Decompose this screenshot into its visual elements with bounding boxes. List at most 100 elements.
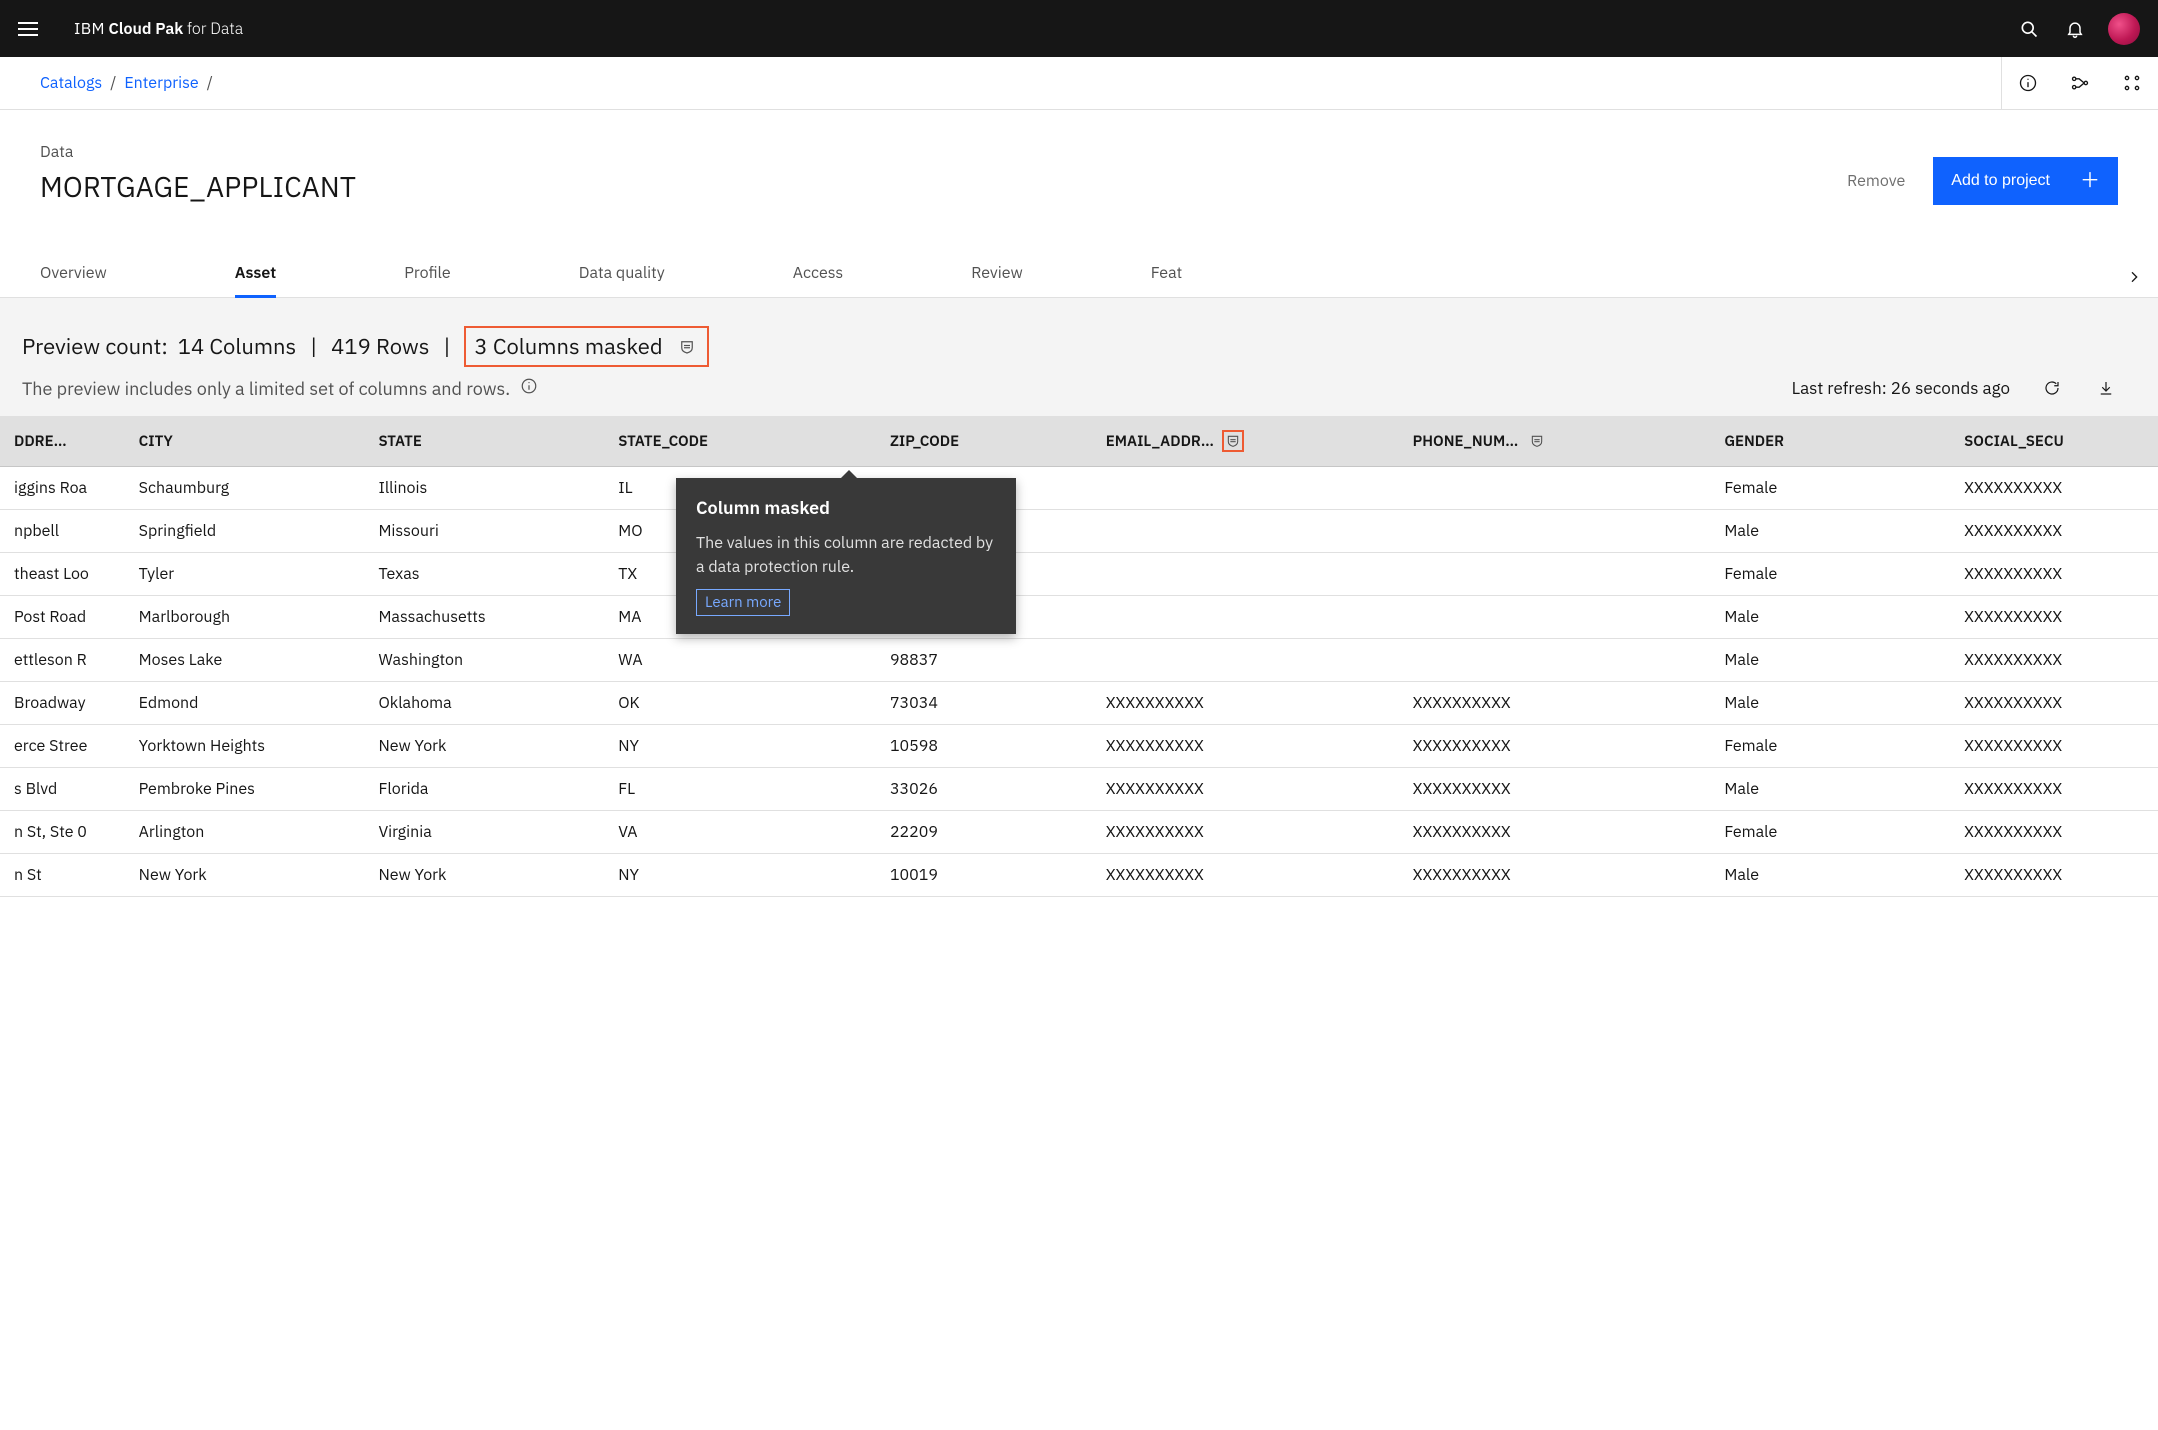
cell-gender: Male [1710,510,1950,553]
cell-state: Virginia [364,811,604,854]
tooltip-learn-more-link[interactable]: Learn more [696,589,790,616]
table-row[interactable]: erce StreeYorktown HeightsNew YorkNY1059… [0,725,2158,768]
column-header-phone[interactable]: PHONE_NUM… [1399,416,1711,467]
cell-city: Moses Lake [125,639,365,682]
lineage-icon[interactable] [2054,57,2106,109]
preview-columns: 14 Columns [178,332,296,361]
table-row[interactable]: BroadwayEdmondOklahomaOK73034XXXXXXXXXXX… [0,682,2158,725]
cell-addr: n St [0,854,125,897]
table-row[interactable]: n StNew YorkNew YorkNY10019XXXXXXXXXXXXX… [0,854,2158,897]
cell-ssn: XXXXXXXXXX [1950,596,2158,639]
tab-asset[interactable]: Asset [235,249,277,297]
shield-mask-icon[interactable] [1526,430,1548,452]
cell-email [1092,596,1399,639]
table-row[interactable]: iggins RoaSchaumburgIllinoisIL60173Femal… [0,467,2158,510]
tab-access[interactable]: Access [793,249,843,297]
download-icon[interactable] [2094,376,2118,400]
tab-overview[interactable]: Overview [40,249,107,297]
cell-email: XXXXXXXXXX [1092,854,1399,897]
column-header-label: STATE [378,432,421,451]
cell-email: XXXXXXXXXX [1092,768,1399,811]
cell-zip: 22209 [876,811,1092,854]
cell-phone [1399,553,1711,596]
cell-ssn: XXXXXXXXXX [1950,467,2158,510]
top-header: IBM Cloud Pak for Data [0,0,2158,57]
cell-city: Tyler [125,553,365,596]
breadcrumb-sep-2: / [207,73,213,93]
cell-zip: 98837 [876,639,1092,682]
cell-phone: XXXXXXXXXX [1399,682,1711,725]
table-row[interactable]: theast LooTylerTexasTX75701FemaleXXXXXXX… [0,553,2158,596]
column-masked-tooltip: Column masked The values in this column … [676,478,1016,634]
cell-ssn: XXXXXXXXXX [1950,510,2158,553]
table-row[interactable]: s BlvdPembroke PinesFloridaFL33026XXXXXX… [0,768,2158,811]
tab-profile[interactable]: Profile [404,249,450,297]
cell-phone: XXXXXXXXXX [1399,768,1711,811]
brand-product-strong: Cloud Pak [109,19,184,39]
breadcrumb-actions [2001,57,2158,109]
cell-addr: erce Stree [0,725,125,768]
column-header-label: PHONE_NUM… [1413,432,1519,451]
brand: IBM Cloud Pak for Data [74,19,243,39]
cell-addr: Post Road [0,596,125,639]
column-header-gender[interactable]: GENDER [1710,416,1950,467]
cell-email [1092,510,1399,553]
column-header-ssn[interactable]: SOCIAL_SECU [1950,416,2158,467]
cell-state: Massachusetts [364,596,604,639]
table-row[interactable]: Post RoadMarlboroughMassachusettsMA1752M… [0,596,2158,639]
preview-bar: Preview count: 14 Columns | 419 Rows | 3… [0,298,2158,416]
cell-ssn: XXXXXXXXXX [1950,725,2158,768]
avatar[interactable] [2108,13,2140,45]
tab-data-quality[interactable]: Data quality [579,249,665,297]
shield-mask-icon[interactable] [1222,430,1244,452]
column-header-label: GENDER [1724,432,1784,451]
cell-addr: ettleson R [0,639,125,682]
cell-code: OK [604,682,876,725]
cell-state: New York [364,854,604,897]
cell-code: VA [604,811,876,854]
cell-phone [1399,639,1711,682]
table-row[interactable]: ettleson RMoses LakeWashingtonWA98837Mal… [0,639,2158,682]
column-header-zip[interactable]: ZIP_CODE [876,416,1092,467]
cell-phone [1399,510,1711,553]
cell-gender: Male [1710,682,1950,725]
add-to-project-button[interactable]: Add to project ＋ [1933,157,2118,205]
brand-ibm: IBM [74,19,105,39]
cell-zip: 10019 [876,854,1092,897]
preview-divider-1: | [310,332,317,361]
plus-icon: ＋ [2080,171,2100,191]
tab-review[interactable]: Review [971,249,1023,297]
preview-masked-text: 3 Columns masked [474,332,662,361]
column-header-state[interactable]: STATE [364,416,604,467]
column-header-label: CITY [139,432,173,451]
preview-masked-highlight: 3 Columns masked [464,326,708,367]
table-row[interactable]: n St, Ste 0ArlingtonVirginiaVA22209XXXXX… [0,811,2158,854]
tab-feature-group[interactable]: Feat [1151,249,1183,297]
cell-city: Schaumburg [125,467,365,510]
tab-overflow-right-icon[interactable] [2120,263,2148,291]
column-header-city[interactable]: CITY [125,416,365,467]
cell-ssn: XXXXXXXXXX [1950,811,2158,854]
bell-icon[interactable] [2052,6,2098,52]
remove-button[interactable]: Remove [1847,171,1905,191]
cell-gender: Male [1710,768,1950,811]
refresh-icon[interactable] [2040,376,2064,400]
search-icon[interactable] [2006,6,2052,52]
table-row[interactable]: npbellSpringfieldMissouriMO65898MaleXXXX… [0,510,2158,553]
column-header-email[interactable]: EMAIL_ADDR… [1092,416,1399,467]
last-refresh-label: Last refresh: [1792,377,1887,399]
breadcrumb-catalogs[interactable]: Catalogs [40,73,102,93]
column-header-addr[interactable]: DDRE… [0,416,125,467]
column-header-label: SOCIAL_SECU [1964,432,2064,451]
cell-state: Florida [364,768,604,811]
column-header-code[interactable]: STATE_CODE [604,416,876,467]
related-assets-icon[interactable] [2106,57,2158,109]
info-icon-small[interactable] [520,377,538,400]
cell-city: Edmond [125,682,365,725]
cell-zip: 73034 [876,682,1092,725]
asset-type-label: Data [40,142,1847,162]
info-icon[interactable] [2002,57,2054,109]
hamburger-menu-icon[interactable] [18,15,46,43]
breadcrumb-enterprise[interactable]: Enterprise [124,73,198,93]
cell-gender: Female [1710,553,1950,596]
